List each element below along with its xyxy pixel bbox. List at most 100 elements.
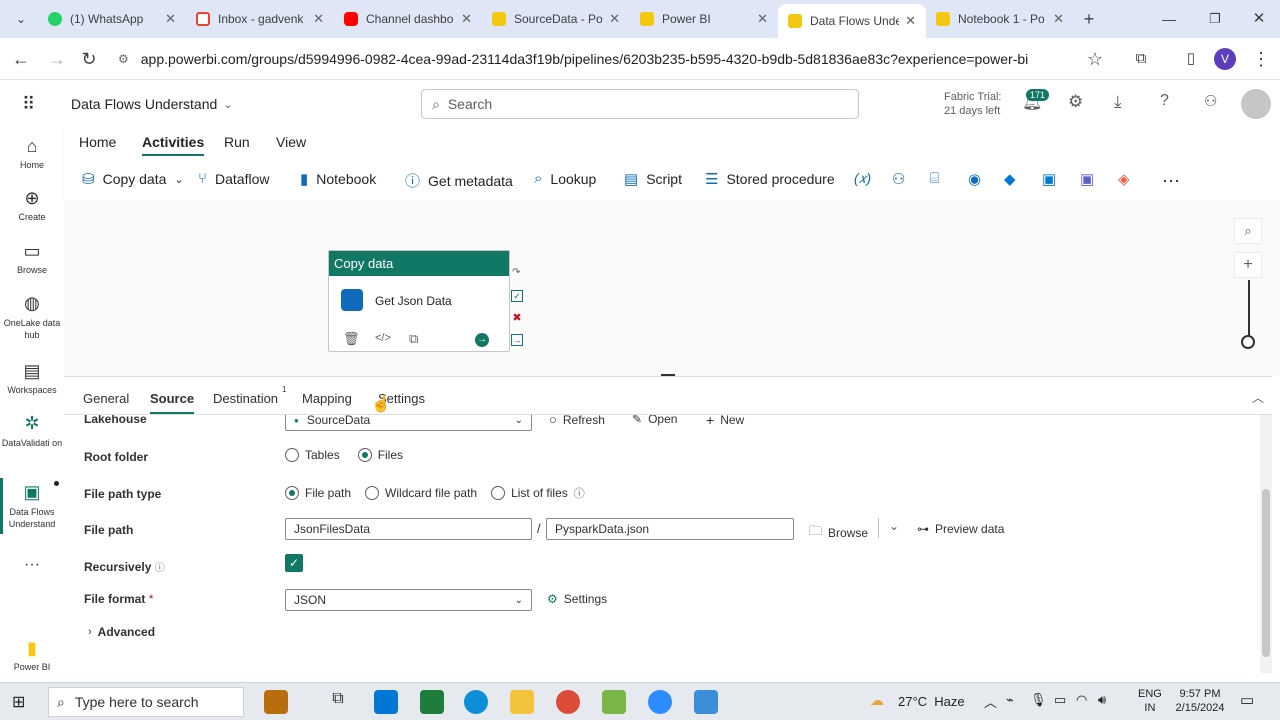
lakehouse-select[interactable]: ● SourceData ⌄: [285, 415, 532, 431]
battery-icon[interactable]: ▭: [1054, 692, 1066, 708]
run-arrow-icon[interactable]: →: [475, 333, 489, 347]
tab-view[interactable]: View: [276, 134, 306, 150]
browse-button[interactable]: 🗀︎ Browse: [809, 522, 868, 544]
window-close-icon[interactable]: ✕: [1246, 6, 1272, 32]
file-explorer-icon[interactable]: [510, 690, 534, 714]
zoom-app-icon[interactable]: [648, 690, 672, 714]
close-icon[interactable]: ✕: [609, 11, 620, 27]
windows-start-icon[interactable]: ⊞: [12, 692, 25, 712]
success-connector-icon[interactable]: ✓: [511, 290, 523, 302]
tab-search-icon[interactable]: ⌄: [8, 6, 34, 32]
back-icon[interactable]: ←: [8, 46, 34, 72]
info-icon[interactable]: ⓘ: [574, 485, 585, 501]
new-button[interactable]: + New: [706, 415, 744, 428]
if-condition-icon[interactable]: ⌸: [930, 170, 939, 187]
download-icon[interactable]: ⤓: [1114, 92, 1122, 112]
rail-item-browse[interactable]: ▭ Browse: [0, 241, 64, 275]
get-metadata-button[interactable]: ⓘ Get metadata: [405, 170, 513, 191]
stored-procedure-button[interactable]: ☰ Stored procedure: [705, 170, 835, 188]
user-avatar[interactable]: [1241, 89, 1271, 119]
teams-icon[interactable]: ▣: [1080, 170, 1094, 188]
dataflow-button[interactable]: ⑂ Dataflow: [198, 170, 269, 187]
more-icon[interactable]: ···: [0, 556, 64, 574]
completion-connector-icon[interactable]: →: [511, 334, 523, 346]
advanced-expander[interactable]: › Advanced: [88, 625, 155, 639]
workspace-selector[interactable]: Data Flows Understand ⌄: [71, 96, 233, 112]
lookup-button[interactable]: ⌕ Lookup: [534, 170, 596, 187]
notification-center-icon[interactable]: ▭: [1240, 691, 1254, 709]
rail-item-workspaces[interactable]: ▤ Workspaces: [0, 361, 64, 395]
help-icon[interactable]: ?: [1160, 92, 1169, 110]
more-actions-icon[interactable]: ···: [1162, 170, 1180, 191]
close-icon[interactable]: ✕: [165, 11, 176, 27]
open-button[interactable]: ✎ Open: [632, 415, 677, 426]
refresh-button[interactable]: ○ Refresh: [549, 415, 605, 427]
chrome-icon[interactable]: [556, 690, 580, 714]
minimize-icon[interactable]: —: [1156, 6, 1182, 32]
script-button[interactable]: ▤ Script: [624, 170, 682, 188]
maximize-icon[interactable]: ❐: [1202, 6, 1228, 32]
clock[interactable]: 9:57 PM 2/15/2024: [1174, 687, 1226, 715]
rail-item-create[interactable]: ⊕ Create: [0, 188, 64, 222]
reload-icon[interactable]: ↻: [76, 46, 102, 72]
close-icon[interactable]: ✕: [313, 11, 324, 27]
new-tab-icon[interactable]: +: [1076, 6, 1102, 32]
info-icon[interactable]: ⓘ: [155, 563, 165, 574]
radio-tables[interactable]: [285, 448, 299, 462]
taskbar-search[interactable]: ⌕ Type here to search: [48, 687, 244, 717]
radio-files[interactable]: [357, 448, 372, 462]
rail-item-powerbi[interactable]: ▮ Power BI: [0, 638, 64, 672]
vscode-icon[interactable]: [420, 690, 444, 714]
close-icon[interactable]: ✕: [905, 13, 916, 29]
databricks-icon[interactable]: ◈: [1118, 170, 1130, 188]
rail-item-home[interactable]: ⌂ Home: [0, 136, 64, 170]
azure-function-icon[interactable]: ◆: [1004, 170, 1016, 188]
rail-item-onelake[interactable]: ◍ OneLake data hub: [0, 293, 64, 341]
task-view-icon[interactable]: ⧉: [326, 690, 350, 714]
file-path-directory-input[interactable]: JsonFilesData: [285, 518, 532, 540]
browser-tab[interactable]: (1) WhatsApp ✕: [38, 4, 186, 34]
photos-icon[interactable]: [694, 690, 718, 714]
site-settings-icon[interactable]: ⚙: [118, 52, 129, 66]
browser-tab[interactable]: Notebook 1 - Po ✕: [926, 4, 1074, 34]
forward-icon[interactable]: →: [44, 46, 70, 72]
url-field[interactable]: ⚙ app.powerbi.com/groups/d5994996-0982-4…: [112, 44, 1112, 74]
radio-file-path[interactable]: [285, 486, 299, 500]
chevron-down-icon[interactable]: ⌄: [889, 519, 899, 533]
scrollbar-thumb[interactable]: [1262, 489, 1270, 657]
foreach-icon[interactable]: ⚇: [892, 170, 905, 188]
browser-tab[interactable]: SourceData - Po ✕: [482, 4, 630, 34]
profile-avatar[interactable]: V: [1214, 48, 1236, 70]
copy-data-activity-node[interactable]: Copy data Get Json Data 🗑︎ </> ⧉ →: [328, 250, 510, 352]
browser-tab[interactable]: Channel dashbo ✕: [334, 4, 482, 34]
microphone-icon[interactable]: 🎙︎: [1030, 692, 1047, 708]
tab-source[interactable]: Source: [150, 391, 195, 414]
tab-home[interactable]: Home: [79, 134, 116, 150]
rail-item-data-flows[interactable]: ▣ Data Flows Understand: [0, 482, 64, 530]
extensions-icon[interactable]: ⧉: [1128, 46, 1154, 72]
zoom-slider-thumb[interactable]: [1241, 335, 1255, 349]
tab-general[interactable]: General: [83, 391, 129, 406]
radio-wildcard-file-path[interactable]: [365, 486, 380, 500]
wifi-icon[interactable]: ◠: [1076, 692, 1087, 708]
share-icon[interactable]: ⚇: [1204, 92, 1217, 110]
rail-item-datavalidation[interactable]: ✲ DataValidati on: [0, 413, 64, 449]
notebook-button[interactable]: ▮ Notebook: [300, 170, 376, 188]
search-input[interactable]: ⌕ Search: [421, 89, 859, 119]
recursively-checkbox[interactable]: ✓: [285, 554, 303, 572]
close-icon[interactable]: ✕: [757, 11, 768, 27]
fail-connector-icon[interactable]: ✖: [511, 312, 523, 324]
tab-destination[interactable]: Destination: [213, 391, 278, 406]
tray-chevron-icon[interactable]: ︿: [984, 692, 997, 711]
sidebar-icon[interactable]: ▯: [1178, 46, 1204, 72]
edge-icon[interactable]: [464, 690, 488, 714]
browser-menu-icon[interactable]: ⋮: [1248, 46, 1274, 72]
notepad-icon[interactable]: [602, 690, 626, 714]
skip-connector-icon[interactable]: ↷: [512, 267, 520, 278]
tab-mapping[interactable]: Mapping: [302, 391, 352, 406]
pipeline-canvas[interactable]: Copy data Get Json Data 🗑︎ </> ⧉ → ↷ ✓ ✖…: [64, 200, 1280, 376]
outlook-icon[interactable]: ▣: [1042, 170, 1056, 188]
delete-icon[interactable]: 🗑︎: [343, 331, 360, 347]
radio-list-of-files[interactable]: [491, 486, 506, 500]
format-settings-button[interactable]: ⚙ Settings: [547, 592, 607, 606]
